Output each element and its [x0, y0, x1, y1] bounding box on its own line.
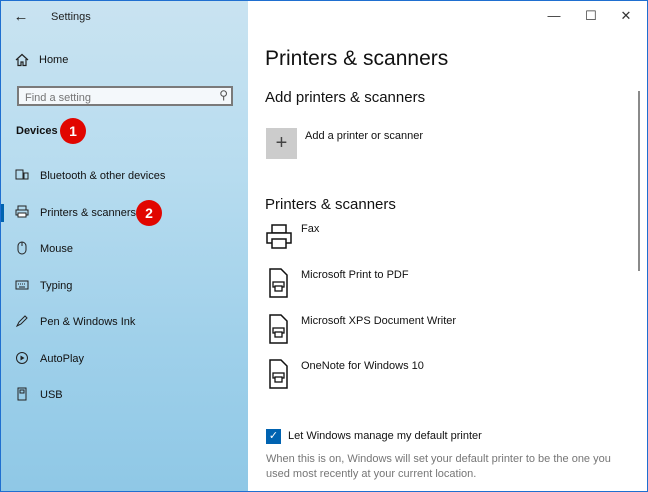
printer-item-fax[interactable]: Fax — [265, 222, 605, 258]
window-title: Settings — [51, 11, 91, 23]
default-printer-checkbox[interactable]: ✓ — [266, 429, 281, 444]
usb-icon — [15, 387, 29, 404]
printer-name: OneNote for Windows 10 — [301, 360, 424, 372]
printer-doc-icon — [269, 268, 288, 298]
printer-doc-icon — [269, 314, 288, 344]
sidebar-item-printers[interactable]: Printers & scanners — [1, 201, 248, 225]
fax-icon — [266, 224, 292, 249]
sidebar-item-autoplay[interactable]: AutoPlay — [1, 347, 248, 371]
sidebar-item-label: Bluetooth & other devices — [40, 170, 166, 182]
section-title-devices: Devices — [16, 125, 58, 137]
page-title: Printers & scanners — [265, 47, 449, 70]
minimize-icon[interactable]: — — [539, 5, 569, 27]
plus-icon: + — [275, 132, 288, 154]
printer-name: Microsoft XPS Document Writer — [301, 315, 457, 327]
sidebar-item-pen[interactable]: Pen & Windows Ink — [1, 310, 248, 334]
sidebar-item-usb[interactable]: USB — [1, 383, 248, 407]
scrollbar[interactable] — [638, 91, 640, 271]
add-printer-label[interactable]: Add a printer or scanner — [305, 130, 423, 142]
sidebar-item-label: Pen & Windows Ink — [40, 316, 136, 328]
annotation-badge-1: 1 — [60, 118, 86, 144]
sidebar-item-mouse[interactable]: Mouse — [1, 237, 248, 261]
printer-icon — [15, 205, 29, 221]
sidebar-home[interactable]: Home — [15, 53, 68, 67]
sidebar-item-label: Typing — [40, 280, 73, 292]
maximize-icon[interactable]: ☐ — [576, 5, 606, 27]
back-arrow-icon[interactable]: ← — [9, 7, 33, 27]
bluetooth-devices-icon — [15, 169, 29, 184]
sidebar-item-typing[interactable]: Typing — [1, 274, 248, 298]
printers-section-title: Printers & scanners — [265, 196, 396, 213]
printer-name: Microsoft Print to PDF — [301, 269, 409, 281]
keyboard-icon — [15, 279, 29, 293]
add-printer-button[interactable]: + — [266, 128, 297, 159]
sidebar: ← Settings Home ⚲ Devices 1 Bluetooth & … — [1, 1, 248, 491]
annotation-badge-2: 2 — [136, 200, 162, 226]
default-printer-description: When this is on, Windows will set your d… — [266, 453, 611, 480]
sidebar-item-label: Printers & scanners — [40, 207, 136, 219]
pen-icon — [15, 314, 29, 331]
sidebar-item-label: Mouse — [40, 243, 74, 255]
search-box[interactable]: ⚲ — [17, 86, 233, 106]
autoplay-icon — [15, 351, 29, 368]
sidebar-item-label: AutoPlay — [40, 353, 85, 365]
search-icon[interactable]: ⚲ — [219, 88, 228, 102]
printer-name: Fax — [301, 223, 320, 235]
search-input[interactable] — [19, 90, 205, 106]
printer-item-xps[interactable]: Microsoft XPS Document Writer — [265, 314, 605, 350]
sidebar-item-bluetooth[interactable]: Bluetooth & other devices — [1, 164, 248, 188]
home-label: Home — [39, 54, 69, 66]
printer-item-onenote[interactable]: OneNote for Windows 10 — [265, 359, 605, 395]
settings-window: ← Settings Home ⚲ Devices 1 Bluetooth & … — [0, 0, 648, 492]
sidebar-item-label: USB — [40, 389, 63, 401]
printer-doc-icon — [269, 359, 288, 389]
default-printer-checkbox-label[interactable]: Let Windows manage my default printer — [288, 430, 482, 442]
home-icon — [15, 53, 29, 67]
close-icon[interactable]: ✕ — [611, 5, 641, 27]
printer-item-pdf[interactable]: Microsoft Print to PDF — [265, 268, 605, 304]
add-section-title: Add printers & scanners — [265, 89, 426, 106]
mouse-icon — [15, 241, 29, 258]
